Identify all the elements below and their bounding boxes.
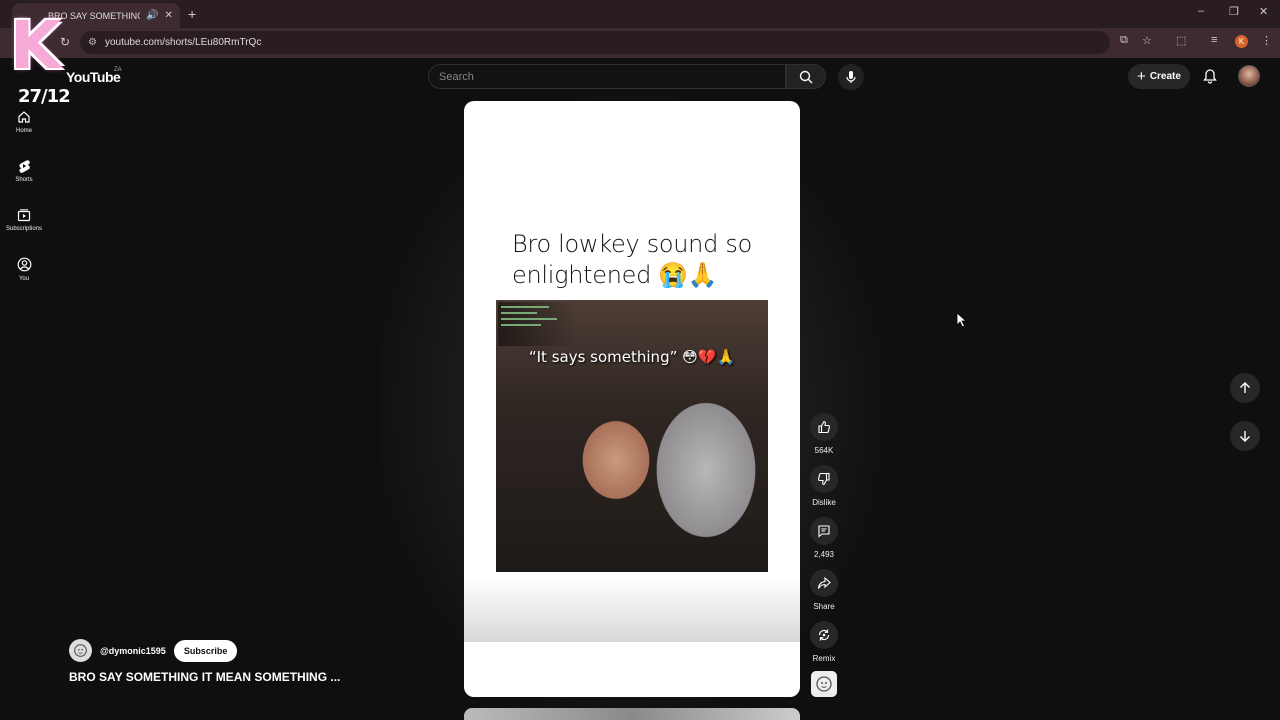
video-overlay-text: “It says something” 😳💔🙏 xyxy=(528,348,736,366)
channel-avatar-icon xyxy=(816,676,832,692)
sidebar-label: Shorts xyxy=(15,177,33,183)
close-tab-icon[interactable]: ✕ xyxy=(164,10,172,21)
arrow-down-icon xyxy=(1240,431,1250,442)
create-label: Create xyxy=(1149,71,1181,82)
url-field[interactable]: ⚙ youtube.com/shorts/LEu80RmTrQc xyxy=(80,31,1110,54)
install-app-icon[interactable]: ⧉ xyxy=(1120,34,1128,47)
window-close-icon[interactable]: ✕ xyxy=(1259,5,1268,18)
dislike-action[interactable]: Dislike xyxy=(808,465,840,507)
remix-label: Remix xyxy=(812,654,836,663)
short-caption: Bro lowkey sound so enlightened 😭🙏 xyxy=(512,230,752,289)
search-icon xyxy=(799,70,813,83)
arrow-up-icon xyxy=(1240,382,1250,393)
home-icon xyxy=(18,111,30,123)
address-bar: ↻ ⚙ youtube.com/shorts/LEu80RmTrQc xyxy=(0,28,1280,58)
channel-avatar-icon xyxy=(74,644,87,657)
sidebar-label: Subscriptions xyxy=(5,226,43,232)
notifications-bell-icon[interactable] xyxy=(1202,68,1218,84)
comment-icon xyxy=(818,525,830,538)
browser-menu-icon[interactable]: ⋮ xyxy=(1261,34,1272,47)
like-count: 564K xyxy=(814,446,834,455)
like-button[interactable] xyxy=(810,413,838,441)
media-controls-icon[interactable]: ≡ xyxy=(1211,34,1217,46)
search-button[interactable] xyxy=(786,64,826,89)
remix-icon xyxy=(818,629,830,641)
mouse-cursor-icon xyxy=(956,312,968,328)
comment-action[interactable]: 2,493 xyxy=(808,517,840,559)
channel-handle[interactable]: @dymonic1595 xyxy=(100,646,166,656)
channel-row: @dymonic1595 Subscribe xyxy=(69,639,238,662)
browser-profile-avatar[interactable]: K xyxy=(1235,35,1248,48)
sticker-date: 27/12 xyxy=(18,86,71,107)
thumbs-up-icon xyxy=(818,420,830,434)
site-info-icon[interactable]: ⚙ xyxy=(88,37,97,48)
like-action[interactable]: 564K xyxy=(808,413,840,455)
video-title[interactable]: BRO SAY SOMETHING IT MEAN SOMETHING ... xyxy=(69,670,340,684)
shorts-player[interactable]: Bro lowkey sound so enlightened 😭🙏 “It s… xyxy=(464,101,800,697)
dislike-button[interactable] xyxy=(810,465,838,493)
remix-action[interactable]: Remix xyxy=(808,621,840,663)
comment-count: 2,493 xyxy=(813,550,835,559)
microphone-icon xyxy=(846,71,856,83)
sidebar-item-home[interactable]: Home xyxy=(0,110,48,134)
search-input[interactable] xyxy=(439,70,759,83)
voice-search-button[interactable] xyxy=(838,64,864,90)
next-short-preview[interactable] xyxy=(464,708,800,720)
embedded-video-frame: “It says something” 😳💔🙏 xyxy=(496,300,768,572)
browser-tab-bar: BRO SAY SOMETHING IT MEAN SOMETHING 🔊 ✕ … xyxy=(0,0,1280,28)
create-button[interactable]: + Create xyxy=(1128,64,1190,89)
youtube-logo[interactable]: YouTube xyxy=(66,69,121,85)
sidebar-item-you[interactable]: You xyxy=(0,257,48,282)
url-text: youtube.com/shorts/LEu80RmTrQc xyxy=(104,37,262,48)
next-short-button[interactable] xyxy=(1230,421,1260,451)
sidebar-item-subscriptions[interactable]: Subscriptions xyxy=(0,208,48,232)
bookmark-star-icon[interactable]: ☆ xyxy=(1142,34,1152,47)
region-code: ZA xyxy=(114,67,122,73)
sticker-letter: K xyxy=(10,7,62,84)
share-button[interactable] xyxy=(810,569,838,597)
player-bottom-gradient xyxy=(464,577,800,642)
sound-channel-thumbnail[interactable] xyxy=(811,671,837,697)
sidebar-label: You xyxy=(18,276,30,282)
subscriptions-icon xyxy=(17,209,31,222)
share-icon xyxy=(817,576,831,589)
remix-button[interactable] xyxy=(810,621,838,649)
extensions-icon[interactable]: ⬚ xyxy=(1176,34,1186,47)
shorts-icon xyxy=(19,160,30,173)
search-box xyxy=(428,64,786,89)
restore-icon[interactable]: ❐ xyxy=(1229,5,1239,18)
dislike-label: Dislike xyxy=(812,498,836,507)
minimize-icon[interactable]: – xyxy=(1198,5,1204,17)
you-icon xyxy=(17,257,31,272)
previous-short-button[interactable] xyxy=(1230,373,1260,403)
subscribe-button[interactable]: Subscribe xyxy=(173,639,238,662)
account-avatar[interactable] xyxy=(1238,65,1260,87)
speaker-icon[interactable]: 🔊 xyxy=(146,10,158,21)
share-label: Share xyxy=(813,602,835,611)
sidebar-item-shorts[interactable]: Shorts xyxy=(0,159,48,183)
thumbs-down-icon xyxy=(818,472,830,486)
new-tab-button[interactable]: + xyxy=(188,6,196,22)
sidebar-label: Home xyxy=(15,128,32,134)
channel-avatar[interactable] xyxy=(69,639,92,662)
comment-button[interactable] xyxy=(810,517,838,545)
share-action[interactable]: Share xyxy=(808,569,840,611)
plus-icon: + xyxy=(1137,68,1146,85)
chat-overlay xyxy=(498,302,578,346)
